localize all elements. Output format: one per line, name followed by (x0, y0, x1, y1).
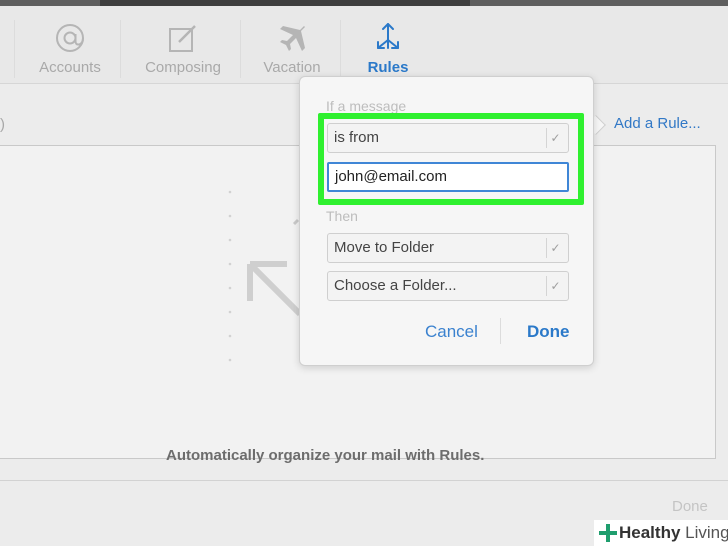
empty-state-text: Automatically organize your mail with Ru… (166, 447, 485, 464)
toolbar-separator (120, 20, 121, 78)
toolbar-separator (340, 20, 341, 78)
tab-accounts-label: Accounts (39, 59, 101, 76)
button-separator (500, 318, 501, 344)
chevron-down-icon: ✓ (546, 238, 564, 258)
watermark-logo: Healthy Living (594, 520, 728, 546)
action-select-value: Move to Folder (334, 239, 435, 256)
tab-accounts[interactable]: Accounts (32, 20, 108, 76)
highlight-box (318, 113, 584, 205)
compose-icon (169, 25, 196, 52)
footer-done-button[interactable]: Done (672, 498, 708, 515)
tab-rules-label: Rules (367, 59, 409, 76)
footer-divider (0, 480, 728, 481)
new-rule-popover: If a message is from ✓ john@email.com Th… (299, 76, 594, 366)
folder-select[interactable]: Choose a Folder... ✓ (327, 271, 569, 301)
action-label: Then (326, 208, 358, 224)
watermark-text: Healthy Living (619, 523, 728, 542)
add-rule-button[interactable]: Add a Rule... (614, 115, 701, 132)
tab-rules[interactable]: Rules (362, 20, 414, 76)
tab-vacation[interactable]: Vacation (256, 20, 328, 76)
toolbar-separator (240, 20, 241, 78)
settings-window: Accounts Composing Vacation Rules) Add … (0, 6, 728, 546)
settings-toolbar: Accounts Composing Vacation Rules (0, 6, 728, 84)
tab-composing[interactable]: Composing (138, 20, 228, 76)
condition-label: If a message (326, 98, 407, 114)
action-select[interactable]: Move to Folder ✓ (327, 233, 569, 263)
tab-vacation-label: Vacation (263, 59, 321, 76)
chevron-down-icon: ✓ (546, 276, 564, 296)
truncated-label: ) (0, 116, 5, 133)
toolbar-separator (14, 20, 15, 78)
cancel-button[interactable]: Cancel (425, 322, 478, 342)
rules-arrows-icon (377, 23, 399, 49)
done-button[interactable]: Done (527, 322, 570, 342)
at-icon (56, 24, 84, 52)
airplane-icon (280, 26, 305, 51)
folder-select-value: Choose a Folder... (334, 277, 457, 294)
tab-composing-label: Composing (145, 59, 221, 76)
cross-icon (599, 524, 617, 542)
